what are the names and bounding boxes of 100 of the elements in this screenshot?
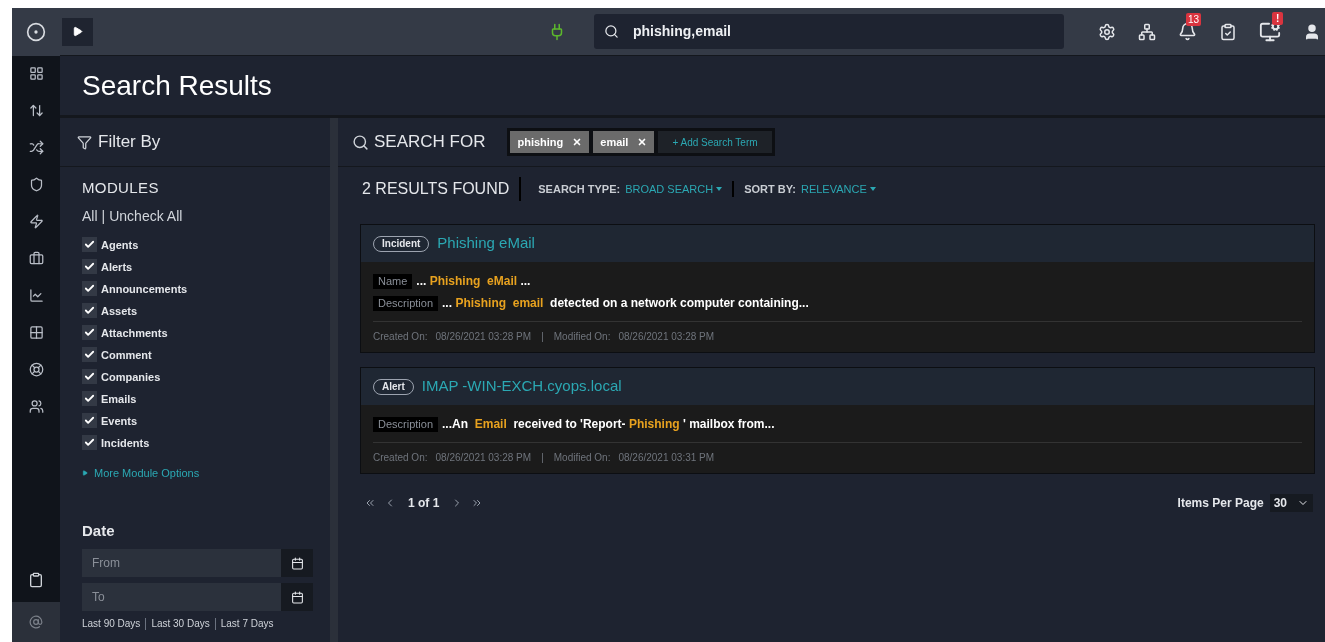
alert-count: ! bbox=[1272, 11, 1284, 25]
search-terms-field[interactable]: phishing email + Add Search Term bbox=[507, 128, 775, 156]
user-icon[interactable] bbox=[1303, 22, 1321, 41]
shuffle-icon[interactable] bbox=[28, 140, 44, 155]
module-label: Agents bbox=[101, 237, 139, 253]
module-label: Emails bbox=[101, 391, 137, 407]
module-checkbox[interactable] bbox=[82, 435, 97, 451]
logo-icon[interactable] bbox=[26, 22, 46, 42]
module-label: Incidents bbox=[101, 435, 150, 451]
expand-button[interactable] bbox=[62, 17, 93, 46]
sort-arrows-icon[interactable] bbox=[28, 103, 44, 118]
date-range-link[interactable]: Last 90 Days bbox=[82, 618, 146, 630]
filter-title: Filter By bbox=[98, 131, 161, 154]
module-checkbox[interactable] bbox=[82, 303, 97, 319]
check-icon bbox=[84, 327, 95, 339]
users-icon[interactable] bbox=[28, 399, 44, 414]
lightning-icon[interactable] bbox=[28, 214, 44, 229]
first-page-icon[interactable] bbox=[364, 497, 376, 509]
remove-icon[interactable] bbox=[572, 137, 583, 147]
clipboard-icon[interactable] bbox=[28, 572, 44, 588]
module-checkbox[interactable] bbox=[82, 325, 97, 341]
date-separator: | bbox=[540, 330, 545, 344]
search-term-chip: phishing bbox=[510, 131, 590, 153]
global-search-bar[interactable]: phishing,email bbox=[594, 14, 1064, 49]
search-type-dropdown[interactable]: BROAD SEARCH bbox=[625, 180, 735, 198]
module-label: Alerts bbox=[101, 259, 133, 275]
caret-icon bbox=[716, 187, 723, 191]
add-search-term-button[interactable]: + Add Search Term bbox=[658, 131, 772, 153]
lifebuoy-icon[interactable] bbox=[28, 362, 44, 377]
date-heading: Date bbox=[82, 520, 116, 541]
calendar-button[interactable] bbox=[281, 549, 313, 577]
check-icon bbox=[84, 261, 95, 273]
date-separator: | bbox=[540, 451, 545, 465]
date-field[interactable]: To bbox=[82, 583, 281, 611]
remove-icon[interactable] bbox=[637, 137, 648, 147]
search-icon bbox=[604, 24, 619, 39]
caret-icon bbox=[869, 187, 876, 191]
module-label: Companies bbox=[101, 369, 161, 385]
check-icon bbox=[84, 437, 95, 449]
filter-icon bbox=[77, 134, 92, 150]
module-label: Assets bbox=[101, 303, 138, 319]
date-field[interactable]: From bbox=[82, 549, 281, 577]
date-range-link[interactable]: Last 7 Days bbox=[214, 618, 279, 630]
shield-icon[interactable] bbox=[28, 177, 44, 192]
module-checkbox[interactable] bbox=[82, 413, 97, 429]
created-date: 08/26/2021 03:28 PM bbox=[435, 330, 532, 344]
select-all-link[interactable]: All bbox=[82, 205, 98, 227]
result-title-link[interactable]: Phishing eMail bbox=[437, 232, 535, 255]
search-icon bbox=[352, 133, 369, 151]
check-icon bbox=[84, 371, 95, 383]
module-checkbox[interactable] bbox=[82, 369, 97, 385]
grid-icon[interactable] bbox=[28, 325, 44, 340]
modified-date: 08/26/2021 03:28 PM bbox=[618, 330, 715, 344]
calendar-icon bbox=[290, 590, 304, 604]
dashboard-icon[interactable] bbox=[28, 66, 44, 81]
module-label: Comment bbox=[101, 347, 152, 363]
created-label: Created On: bbox=[373, 451, 428, 465]
module-checkbox[interactable] bbox=[82, 391, 97, 407]
settings-icon[interactable] bbox=[1098, 22, 1116, 41]
field-label: Name bbox=[373, 273, 413, 289]
module-checkbox[interactable] bbox=[82, 237, 97, 253]
snippet-text: ... Phishing eMail ... bbox=[416, 273, 531, 290]
calendar-button[interactable] bbox=[281, 583, 313, 611]
uncheck-all-link[interactable]: Uncheck All bbox=[109, 205, 183, 227]
play-icon bbox=[82, 470, 88, 477]
items-per-page-label: Items Per Page bbox=[1177, 495, 1264, 512]
modified-date: 08/26/2021 03:31 PM bbox=[618, 451, 715, 465]
notification-count: 13 bbox=[1186, 13, 1202, 26]
notifications-icon[interactable] bbox=[1178, 22, 1197, 41]
clipboard-check-icon[interactable] bbox=[1219, 22, 1237, 41]
search-for-label: SEARCH FOR bbox=[374, 131, 486, 154]
briefcase-icon[interactable] bbox=[28, 251, 44, 266]
sort-dropdown[interactable]: RELEVANCE bbox=[800, 180, 876, 198]
module-label: Announcements bbox=[101, 281, 188, 297]
field-label: Description bbox=[373, 416, 439, 432]
play-icon bbox=[72, 26, 83, 37]
items-per-page-select[interactable]: 30 bbox=[1269, 494, 1313, 512]
sort-by-label: SORT BY: bbox=[744, 181, 796, 197]
page-title: Search Results bbox=[82, 68, 272, 103]
more-module-options-link[interactable]: More Module Options bbox=[82, 465, 308, 482]
check-icon bbox=[84, 393, 95, 405]
created-label: Created On: bbox=[373, 330, 428, 344]
search-type-label: SEARCH TYPE: bbox=[538, 181, 621, 197]
module-label: Attachments bbox=[101, 325, 168, 341]
results-count: 2 RESULTS FOUND bbox=[362, 177, 522, 201]
date-range-link[interactable]: Last 30 Days bbox=[145, 618, 215, 630]
monitor-gear-icon[interactable] bbox=[1259, 20, 1281, 43]
at-sign-icon[interactable] bbox=[29, 615, 43, 629]
created-date: 08/26/2021 03:28 PM bbox=[435, 451, 532, 465]
hierarchy-icon[interactable] bbox=[1138, 22, 1156, 41]
module-checkbox[interactable] bbox=[82, 347, 97, 363]
module-label: Events bbox=[101, 413, 138, 429]
module-checkbox[interactable] bbox=[82, 281, 97, 297]
module-checkbox[interactable] bbox=[82, 259, 97, 275]
snippet-text: ... Phishing email detected on a network computer containing... bbox=[442, 295, 809, 312]
snippet-text: ...An Email received to 'Report- Phishing ' mailbox from... bbox=[442, 416, 775, 433]
chart-icon[interactable] bbox=[28, 288, 44, 303]
search-input[interactable]: phishing,email bbox=[633, 21, 1054, 42]
check-icon bbox=[84, 283, 95, 295]
result-title-link[interactable]: IMAP -WIN-EXCH.cyops.local bbox=[421, 375, 622, 398]
